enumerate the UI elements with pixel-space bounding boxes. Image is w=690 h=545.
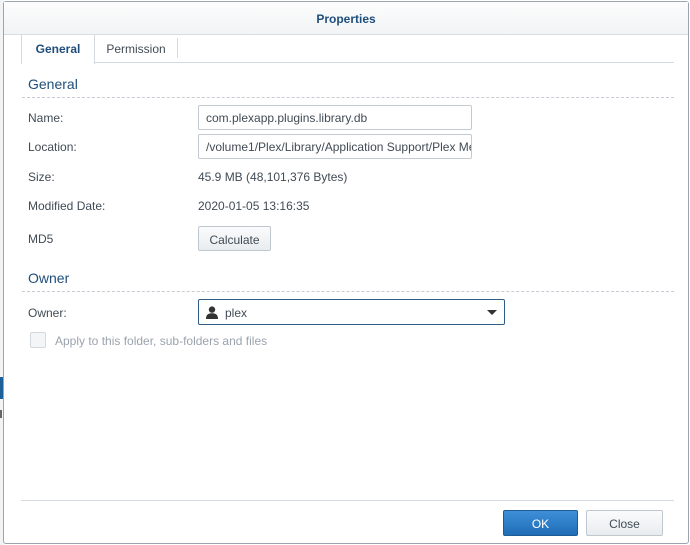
location-label: Location: <box>28 140 77 154</box>
apply-recursive-checkbox[interactable] <box>30 332 46 348</box>
owner-section-title: Owner <box>28 270 70 286</box>
chevron-down-icon <box>487 310 497 315</box>
dialog-title: Properties <box>316 12 376 26</box>
apply-recursive-label: Apply to this folder, sub-folders and fi… <box>55 334 268 348</box>
name-label: Name: <box>28 111 64 125</box>
owner-section-divider <box>22 291 674 292</box>
name-field[interactable]: com.plexapp.plugins.library.db <box>198 105 472 130</box>
background-window-detail <box>0 410 2 418</box>
md5-label: MD5 <box>28 232 54 246</box>
tab-permission[interactable]: Permission <box>101 35 171 63</box>
tab-bar: General Permission <box>21 35 674 64</box>
owner-select-value: plex <box>225 306 248 320</box>
ok-button[interactable]: OK <box>503 510 578 536</box>
properties-dialog: Properties General Permission General Na… <box>3 1 689 544</box>
tab-general[interactable]: General <box>21 35 95 64</box>
size-value: 45.9 MB (48,101,376 Bytes) <box>198 170 348 184</box>
owner-label: Owner: <box>28 306 67 320</box>
footer-divider <box>21 500 674 501</box>
user-icon <box>206 306 218 319</box>
location-field[interactable]: /volume1/Plex/Library/Application Suppor… <box>198 134 472 159</box>
modified-date-value: 2020-01-05 13:16:35 <box>198 199 310 213</box>
tab-divider <box>177 38 178 58</box>
general-section-title: General <box>28 76 78 92</box>
modified-date-label: Modified Date: <box>28 199 106 213</box>
calculate-button[interactable]: Calculate <box>198 226 271 251</box>
owner-select[interactable]: plex <box>198 299 505 325</box>
dialog-titlebar[interactable]: Properties <box>4 2 688 35</box>
close-button[interactable]: Close <box>586 510 663 536</box>
general-section-divider <box>22 97 674 98</box>
size-label: Size: <box>28 170 55 184</box>
